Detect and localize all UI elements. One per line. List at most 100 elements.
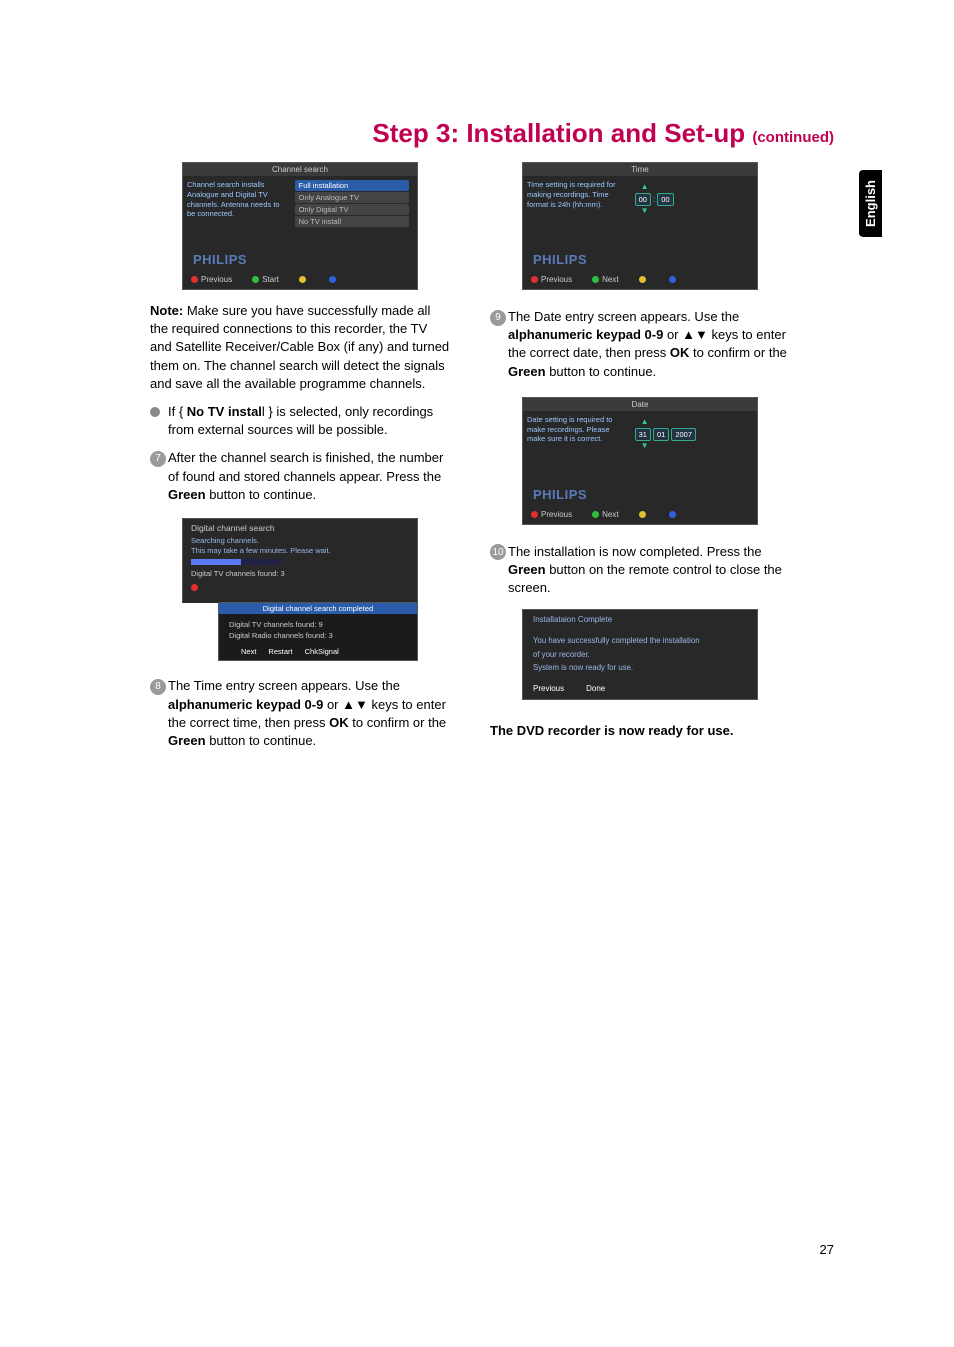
philips-logo: PHILIPS [533, 252, 587, 267]
dcs-found-top: Digital TV channels found: 3 [191, 569, 409, 578]
green-dot-icon [592, 511, 599, 518]
scr-help-text: Date setting is required to make recordi… [523, 411, 631, 454]
step-10: 10 The installation is now completed. Pr… [490, 543, 790, 598]
scr-options: Full installation Only Analogue TV Only … [291, 176, 417, 231]
red-dot-icon [191, 584, 198, 591]
dcs-radio-found: Digital Radio channels found: 3 [229, 631, 407, 642]
red-dot-icon [191, 276, 198, 283]
ic-line3: System is now ready for use. [533, 661, 747, 674]
blue-dot-icon [329, 276, 336, 283]
scr-header: Time [523, 163, 757, 176]
note-paragraph: Note: Make sure you have successfully ma… [150, 302, 450, 393]
ic-line1: You have successfully completed the inst… [533, 634, 747, 647]
yellow-button[interactable] [299, 275, 309, 284]
start-button[interactable]: Start [252, 275, 279, 284]
blue-dot-icon [669, 511, 676, 518]
yellow-button[interactable] [639, 510, 649, 519]
blue-button[interactable] [329, 275, 339, 284]
time-screenshot: Time Time setting is required for making… [522, 162, 758, 290]
red-dot-icon [531, 511, 538, 518]
next-button[interactable]: Next [241, 647, 256, 656]
yellow-button[interactable] [639, 275, 649, 284]
restart-button[interactable]: Restart [268, 647, 292, 656]
previous-button[interactable]: Previous [531, 510, 572, 519]
dcs-tv-found: Digital TV channels found: 9 [229, 620, 407, 631]
colon: : [653, 195, 655, 204]
channel-search-screenshot: Channel search Channel search installs A… [182, 162, 418, 290]
hours-field[interactable]: 00 [635, 193, 651, 206]
option-full-install[interactable]: Full installation [295, 180, 409, 191]
right-column: Time Time setting is required for making… [490, 162, 790, 740]
yellow-dot-icon [299, 276, 306, 283]
scr-help-text: Channel search installs Analogue and Dig… [183, 176, 291, 231]
down-arrow-icon: ▼ [641, 206, 649, 215]
dcs-wait: This may take a few minutes. Please wait… [191, 546, 409, 556]
no-tv-text: If { No TV install } is selected, only r… [168, 403, 450, 439]
time-input[interactable]: 00 : 00 [635, 193, 674, 206]
left-column: Channel search Channel search installs A… [150, 162, 450, 750]
title-continued: (continued) [752, 129, 834, 146]
step-number-icon: 8 [150, 679, 166, 695]
minutes-field[interactable]: 00 [657, 193, 673, 206]
option-analogue[interactable]: Only Analogue TV [295, 192, 409, 203]
digital-channel-search-screenshot: Digital channel search Searching channel… [182, 518, 418, 662]
scr-header: Date [523, 398, 757, 411]
note-text: Make sure you have successfully made all… [150, 303, 449, 391]
step-8: 8 The Time entry screen appears. Use the… [150, 677, 450, 750]
ic-header: Installataion Complete [523, 610, 757, 634]
final-note: The DVD recorder is now ready for use. [490, 722, 790, 740]
red-dot-icon [531, 276, 538, 283]
date-input[interactable]: 31 01 2007 [635, 428, 696, 441]
next-button[interactable]: Next [592, 510, 618, 519]
page-title: Step 3: Installation and Set-up (continu… [372, 118, 834, 149]
progress-bar [191, 559, 281, 565]
check-signal-button[interactable]: ChkSignal [305, 647, 339, 656]
day-field[interactable]: 31 [635, 428, 651, 441]
yellow-dot-icon [639, 511, 646, 518]
option-no-tv[interactable]: No TV install [295, 216, 409, 227]
previous-button[interactable]: Previous [533, 684, 564, 693]
scr-help-text: Time setting is required for making reco… [523, 176, 631, 219]
up-arrow-icon: ▲ [641, 417, 649, 426]
step-8-text: The Time entry screen appears. Use the a… [168, 677, 450, 750]
step-9: 9 The Date entry screen appears. Use the… [490, 308, 790, 381]
next-button[interactable]: Next [592, 275, 618, 284]
step-9-text: The Date entry screen appears. Use the a… [508, 308, 790, 381]
install-complete-screenshot: Installataion Complete You have successf… [522, 609, 758, 700]
ic-line2: of your recorder. [533, 648, 747, 661]
scr-header: Channel search [183, 163, 417, 176]
yellow-dot-icon [639, 276, 646, 283]
down-arrow-icon: ▼ [641, 441, 649, 450]
option-digital[interactable]: Only Digital TV [295, 204, 409, 215]
page-number: 27 [820, 1242, 834, 1257]
green-dot-icon [252, 276, 259, 283]
title-main: Step 3: Installation and Set-up [372, 118, 752, 148]
step-7: 7 After the channel search is finished, … [150, 449, 450, 504]
step-number-icon: 7 [150, 451, 166, 467]
month-field[interactable]: 01 [653, 428, 669, 441]
philips-logo: PHILIPS [533, 487, 587, 502]
progress-fill [191, 559, 241, 565]
done-button[interactable]: Done [586, 684, 605, 693]
step-7-text: After the channel search is finished, th… [168, 449, 450, 504]
year-field[interactable]: 2007 [671, 428, 696, 441]
dcs-searching: Searching channels. [191, 536, 409, 546]
previous-button[interactable]: Previous [531, 275, 572, 284]
bullet-icon [150, 407, 160, 417]
blue-button[interactable] [669, 510, 679, 519]
step-number-icon: 10 [490, 544, 506, 560]
blue-dot-icon [669, 276, 676, 283]
scr-button-bar: Previous Start [183, 273, 417, 286]
no-tv-bullet: If { No TV install } is selected, only r… [150, 403, 450, 439]
note-label: Note: [150, 303, 183, 318]
dcs-completed-bar: Digital channel search completed [219, 603, 417, 614]
step-number-icon: 9 [490, 310, 506, 326]
previous-button[interactable]: Previous [191, 275, 232, 284]
philips-logo: PHILIPS [193, 252, 247, 267]
blue-button[interactable] [669, 275, 679, 284]
dcs-header: Digital channel search [191, 523, 409, 533]
language-tab: English [859, 170, 882, 237]
green-dot-icon [592, 276, 599, 283]
date-screenshot: Date Date setting is required to make re… [522, 397, 758, 525]
step-10-text: The installation is now completed. Press… [508, 543, 790, 598]
